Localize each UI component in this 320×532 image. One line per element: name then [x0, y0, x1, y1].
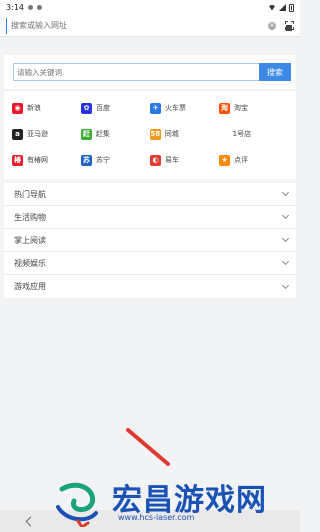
nav-section-label: 掌上阅读 — [14, 235, 46, 245]
quick-link-item[interactable]: ◉ 新浪 — [12, 102, 81, 114]
red-arrow-annotation — [126, 428, 170, 466]
quick-link-item[interactable]: 58 同城 — [149, 128, 219, 140]
search-row: 搜索 — [13, 63, 291, 81]
baidu-paw-icon: ✿ — [81, 102, 92, 114]
chevron-down-icon — [281, 281, 290, 289]
nav-section-item[interactable]: 生活购物 — [4, 206, 296, 229]
quick-link-label: 新浪 — [27, 104, 41, 112]
chevron-down-icon — [281, 257, 290, 266]
wifi-icon — [268, 4, 276, 11]
quick-link-item[interactable]: 1号店 — [219, 129, 288, 139]
chevron-down-icon — [281, 211, 290, 220]
search-card: 搜索 — [4, 55, 296, 89]
quick-link-label: 亚马逊 — [27, 130, 48, 138]
quick-link-label: 百度 — [96, 104, 110, 112]
quick-link-item[interactable]: ✈ 火车票 — [150, 102, 219, 114]
train-ticket-icon: ✈ — [150, 102, 161, 114]
chevron-down-icon — [281, 188, 290, 197]
battery-icon — [289, 3, 294, 12]
chevron-down-icon — [281, 234, 290, 243]
nav-section-item[interactable]: 掌上阅读 — [4, 229, 296, 252]
quick-link-label: 同城 — [164, 130, 179, 138]
nav-section-label: 热门导航 — [14, 189, 46, 199]
ganji-icon: 赶 — [80, 128, 92, 140]
signal-icon — [279, 4, 286, 11]
quick-link-label: 有椿网 — [27, 156, 48, 164]
status-bar: 3:14 — [0, 0, 300, 15]
quick-link-label: 火车票 — [165, 104, 186, 112]
sina-weibo-icon: ◉ — [12, 102, 23, 114]
back-arrow-icon[interactable] — [25, 516, 36, 526]
nav-section-item[interactable]: 视频娱乐 — [4, 252, 296, 275]
58-tongcheng-icon: 58 — [149, 128, 161, 140]
nav-section-label: 视频娱乐 — [14, 258, 46, 268]
quick-link-label: 点评 — [234, 156, 248, 164]
yiche-icon: ◐ — [150, 154, 161, 166]
watermark-logo-icon — [56, 482, 98, 527]
quick-link-item[interactable]: 苏苏宁 — [81, 154, 150, 166]
nav-section-list: 热门导航生活购物掌上阅读视频娱乐游戏应用 — [4, 183, 296, 298]
quick-link-item[interactable]: ★ 点评 — [219, 154, 288, 166]
quick-links-grid: ◉ 新浪 ✿ 百度 ✈ 火车票淘淘宝 a 亚马逊赶赶集 58 同城 1号店椿有椿网苏苏宁 ◐ 易车 ★ 点评 — [4, 91, 296, 179]
search-button[interactable]: 搜索 — [259, 63, 291, 81]
status-time: 3:14 — [6, 3, 24, 12]
status-left: 3:14 — [6, 3, 42, 12]
quick-link-item[interactable]: ◐ 易车 — [150, 154, 219, 166]
quick-link-row: ◉ 新浪 ✿ 百度 ✈ 火车票 淘淘宝 — [12, 95, 288, 121]
dianping-icon: ★ — [219, 154, 230, 166]
quick-link-row: a 亚马逊赶赶集 58 同城 1号店 — [12, 121, 288, 147]
notification-dot-icon — [36, 5, 42, 10]
quick-link-item[interactable]: ✿ 百度 — [81, 102, 150, 114]
notification-dot-icon — [27, 5, 33, 10]
nav-section-item[interactable]: 游戏应用 — [4, 275, 296, 298]
quick-link-item[interactable]: 赶赶集 — [80, 128, 150, 140]
taobao-icon: 淘 — [219, 102, 230, 114]
quick-link-label: 苏宁 — [96, 156, 110, 164]
quick-link-label: 淘宝 — [234, 104, 248, 112]
amazon-icon: a — [12, 128, 23, 140]
quick-link-item[interactable]: 淘淘宝 — [219, 102, 288, 114]
quick-link-label: 赶集 — [95, 130, 110, 138]
youchun-icon: 椿 — [12, 154, 23, 166]
keyword-input[interactable] — [13, 63, 259, 81]
address-input[interactable] — [6, 17, 262, 34]
nav-section-item[interactable]: 热门导航 — [4, 183, 296, 206]
watermark-url: www.hcs-laser.com — [118, 513, 195, 522]
quick-link-row: 椿有椿网苏苏宁 ◐ 易车 ★ 点评 — [12, 147, 288, 173]
quick-link-label: 1号店 — [232, 130, 252, 138]
quick-link-item[interactable]: a 亚马逊 — [12, 128, 81, 140]
suning-icon: 苏 — [81, 154, 92, 166]
watermark: 宏昌游戏网 www.hcs-laser.com — [52, 475, 296, 529]
qr-scan-icon[interactable] — [285, 21, 294, 31]
nav-section-label: 游戏应用 — [14, 282, 46, 291]
nav-section-label: 生活购物 — [14, 212, 46, 222]
status-right — [268, 3, 294, 12]
quick-link-item[interactable]: 椿有椿网 — [12, 154, 81, 166]
clear-icon[interactable]: ✕ — [268, 21, 276, 30]
quick-link-label: 易车 — [165, 156, 179, 164]
address-bar: ✕ — [0, 15, 300, 37]
